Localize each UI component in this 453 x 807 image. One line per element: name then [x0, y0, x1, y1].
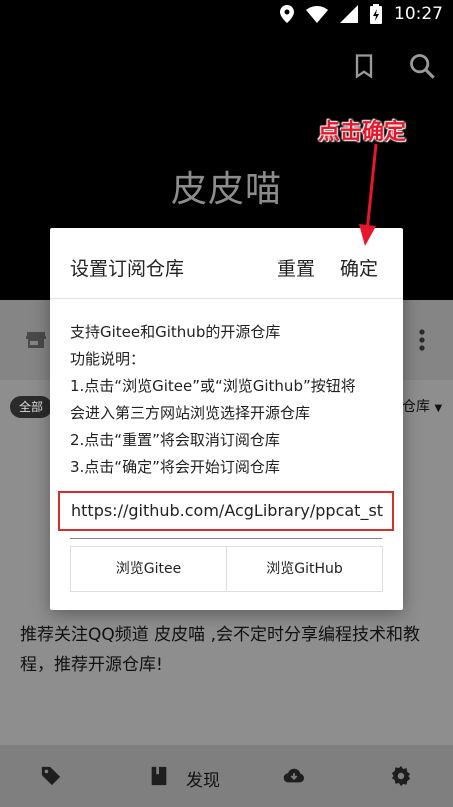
- signal-icon: [340, 5, 358, 23]
- description-line: 2.点击“重置”将会取消订阅仓库: [70, 431, 280, 449]
- location-icon: [280, 5, 294, 23]
- annotation-arrow-icon: [359, 143, 378, 246]
- confirm-button[interactable]: 确定: [340, 254, 378, 281]
- bookmark-icon[interactable]: [350, 52, 378, 80]
- dialog-title: 设置订阅仓库: [70, 258, 185, 280]
- tag-icon[interactable]: [40, 765, 62, 787]
- status-icons: 10:27: [280, 4, 443, 24]
- status-bar: 10:27: [0, 0, 453, 30]
- repo-url-input[interactable]: [71, 501, 391, 520]
- book-icon[interactable]: [148, 765, 170, 787]
- wifi-icon: [306, 5, 328, 23]
- store-icon[interactable]: [24, 328, 48, 352]
- description-line: 3.点击“确定”将会开始订阅仓库: [70, 458, 280, 476]
- search-icon[interactable]: [408, 52, 436, 80]
- browse-button-row: 浏览Gitee 浏览GitHub: [70, 546, 383, 592]
- status-time: 10:27: [394, 4, 443, 24]
- url-highlight-box: [58, 491, 394, 531]
- subscribe-repo-dialog: 设置订阅仓库 重置 确定 支持Gitee和Github的开源仓库 功能说明： 1…: [50, 228, 403, 610]
- dropdown-arrow-icon: ▼: [434, 403, 443, 414]
- description-line: 支持Gitee和Github的开源仓库: [70, 323, 281, 341]
- bottom-nav: [0, 745, 453, 807]
- browse-github-button[interactable]: 浏览GitHub: [227, 546, 383, 592]
- reset-button[interactable]: 重置: [277, 254, 315, 281]
- browse-gitee-button[interactable]: 浏览Gitee: [70, 546, 227, 592]
- cloud-download-icon[interactable]: [283, 765, 305, 787]
- dialog-divider: [50, 298, 403, 299]
- repo-select-label: 仓库: [402, 399, 430, 415]
- repo-select[interactable]: 仓库 ▼: [402, 396, 442, 416]
- url-input-underline: [70, 538, 382, 539]
- nav-label-discover[interactable]: 发现: [186, 766, 220, 791]
- more-vert-icon[interactable]: [414, 328, 430, 352]
- filter-chip-all[interactable]: 全部: [10, 396, 52, 418]
- dialog-description: 支持Gitee和Github的开源仓库 功能说明： 1.点击“浏览Gitee”或…: [70, 319, 390, 481]
- battery-charging-icon: [370, 4, 382, 24]
- description-line: 功能说明：: [70, 350, 146, 368]
- description-line: 1.点击“浏览Gitee”或“浏览Github”按钮将: [70, 377, 356, 395]
- gear-icon[interactable]: [390, 765, 412, 787]
- description-line: 会进入第三方网站浏览选择开源仓库: [70, 404, 311, 422]
- channel-description: 推荐关注QQ频道 皮皮喵 ,会不定时分享编程技术和教程，推荐开源仓库!: [20, 625, 420, 675]
